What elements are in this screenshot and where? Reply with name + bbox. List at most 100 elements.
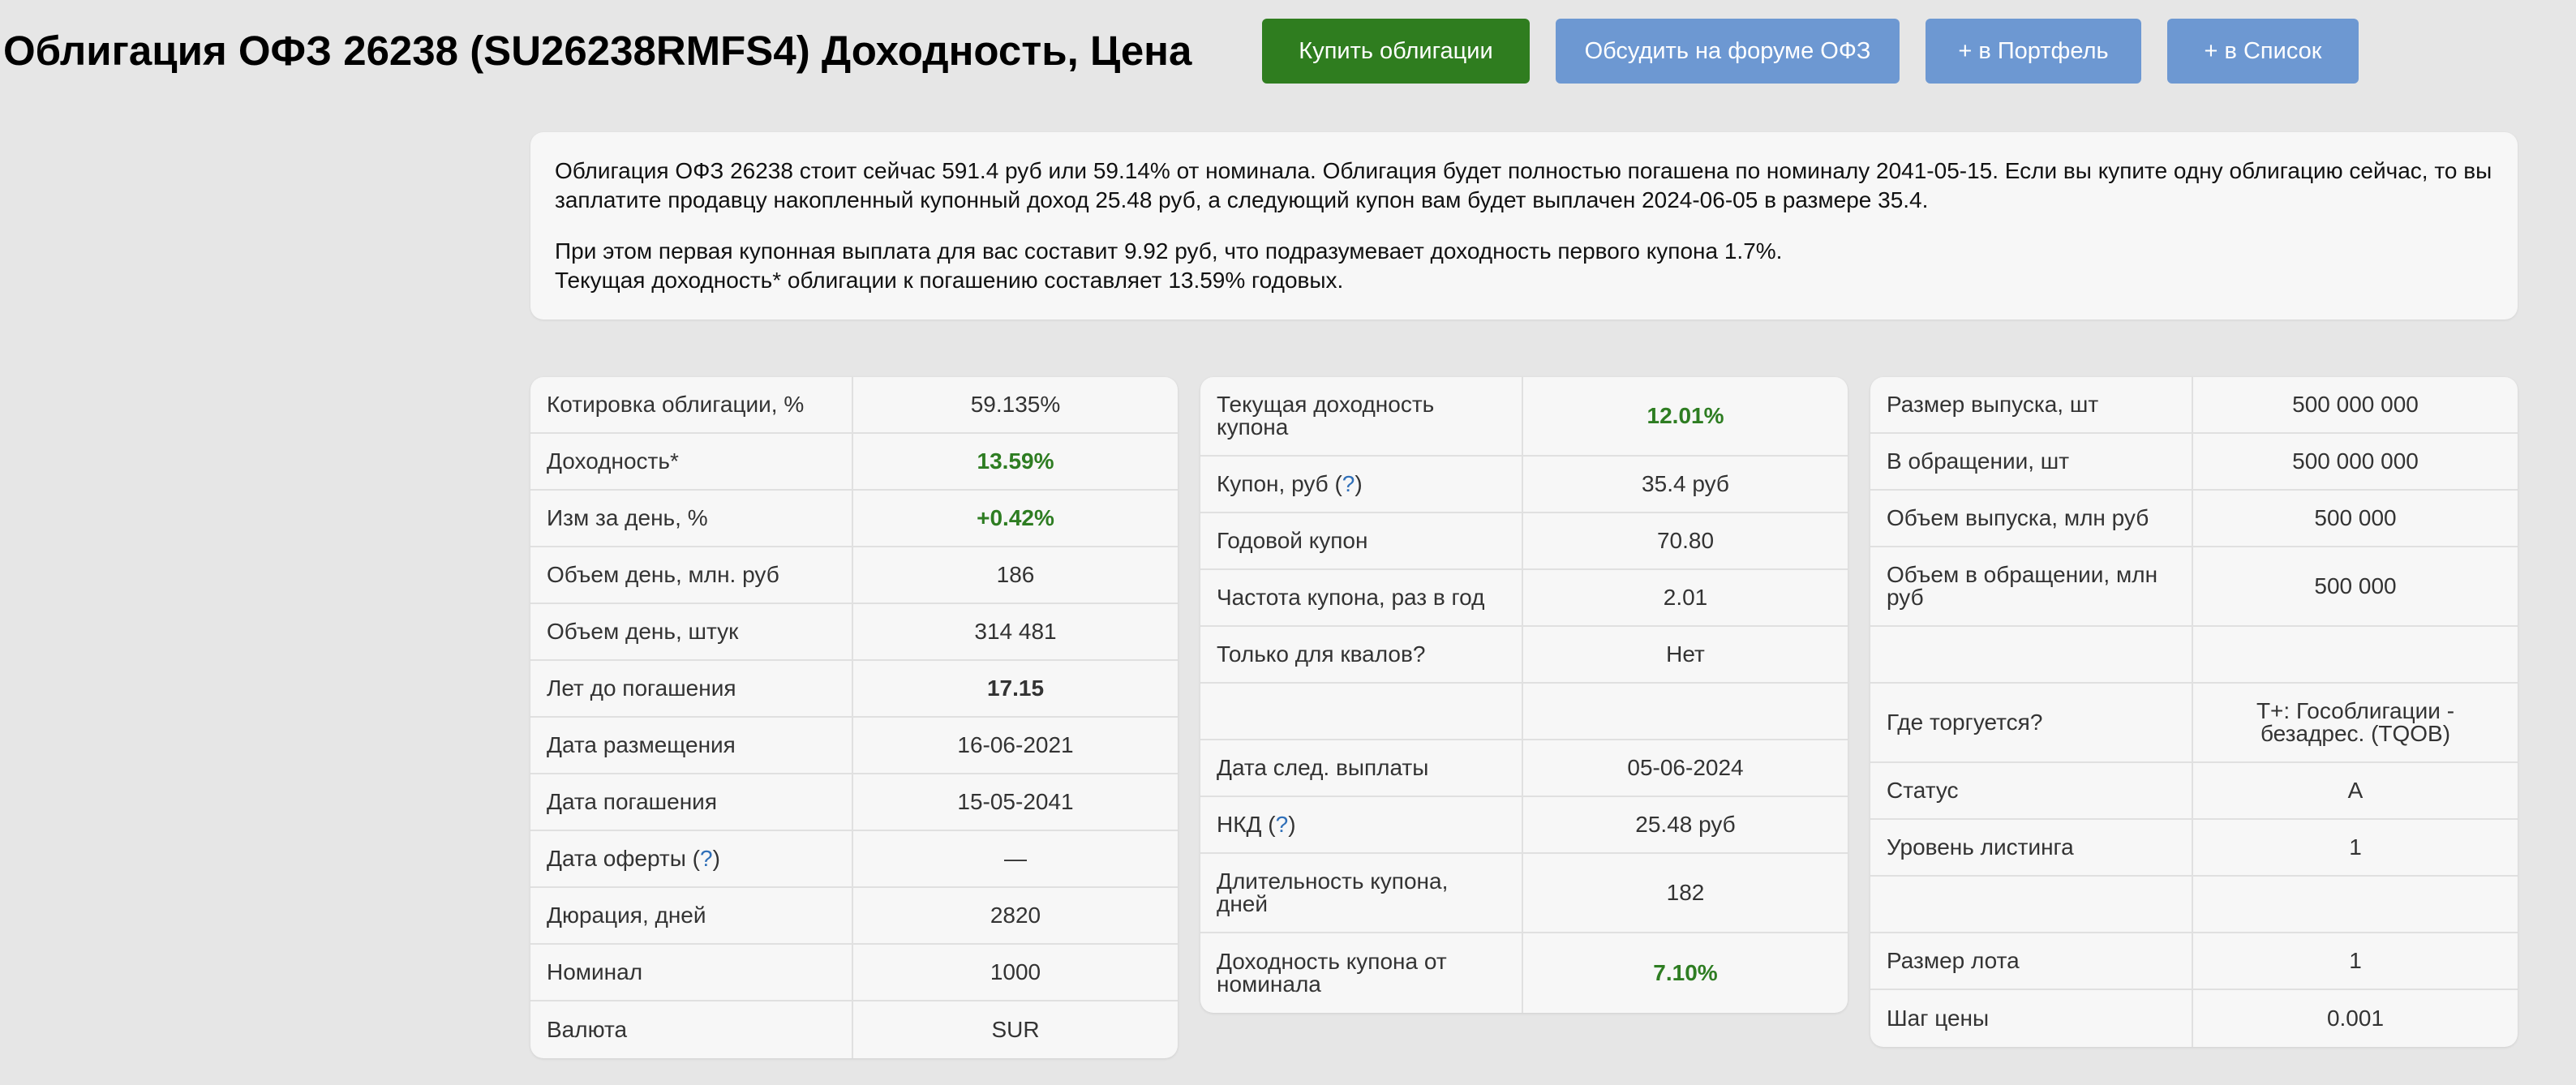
- row-label: Длительность купона, дней: [1200, 854, 1523, 932]
- table-row: В обращении, шт 500 000 000: [1870, 434, 2518, 491]
- table-row: Текущая доходность купона 12.01%: [1200, 377, 1848, 457]
- page-title: Облигация ОФЗ 26238 (SU26238RMFS4) Доход…: [3, 28, 1192, 74]
- table-row: Купон, руб (?) 35.4 руб: [1200, 457, 1848, 513]
- table-row: [1200, 684, 1848, 740]
- row-value: 314 481: [974, 619, 1057, 644]
- issue-table: Размер выпуска, шт 500 000 000 В обращени…: [1870, 377, 2518, 1047]
- row-value: 15-05-2041: [957, 789, 1074, 814]
- row-label: Объем день, млн. руб: [530, 547, 853, 603]
- row-value: 500 000: [2314, 573, 2397, 598]
- table-row: Доходность* 13.59%: [530, 434, 1178, 491]
- table-row: Дата оферты (?) —: [530, 831, 1178, 888]
- row-label: Дата след. выплаты: [1200, 740, 1523, 796]
- table-row: [1870, 877, 2518, 933]
- row-value: [2193, 877, 2518, 932]
- help-link[interactable]: ?: [1342, 473, 1355, 495]
- row-value: T+: Гособлигации - безадрес. (TQOB): [2256, 698, 2455, 746]
- table-row: Дюрация, дней 2820: [530, 888, 1178, 945]
- row-label: Частота купона, раз в год: [1200, 570, 1523, 625]
- discuss-forum-button[interactable]: Обсудить на форуме ОФЗ: [1556, 19, 1900, 84]
- row-label: Размер лота: [1870, 933, 2193, 989]
- row-label: Купон, руб (?): [1200, 457, 1523, 512]
- row-value: 7.10%: [1653, 960, 1718, 985]
- quote-table: Котировка облигации, % 59.135% Доходность…: [530, 377, 1178, 1058]
- row-label: Дюрация, дней: [530, 888, 853, 943]
- table-row: Длительность купона, дней 182: [1200, 854, 1848, 933]
- table-row: Объем выпуска, млн руб 500 000: [1870, 491, 2518, 547]
- table-row: Размер лота 1: [1870, 933, 2518, 990]
- row-value: 13.59%: [977, 448, 1054, 474]
- row-label: Котировка облигации, %: [530, 377, 853, 432]
- row-value: 1000: [990, 959, 1041, 984]
- row-label: Объем в обращении, млн руб: [1870, 547, 2193, 625]
- row-label: Доходность купона от номинала: [1200, 933, 1523, 1013]
- row-value: A: [2347, 778, 2363, 803]
- summary-paragraph: При этом первая купонная выплата для вас…: [555, 237, 2493, 295]
- row-value: —: [1004, 846, 1027, 871]
- summary-paragraph: Облигация ОФЗ 26238 стоит сейчас 591.4 р…: [555, 158, 2492, 212]
- help-link[interactable]: ?: [700, 847, 713, 870]
- bond-summary-panel: Облигация ОФЗ 26238 стоит сейчас 591.4 р…: [530, 132, 2518, 319]
- table-row: Частота купона, раз в год 2.01: [1200, 570, 1848, 627]
- row-value: 17.15: [986, 675, 1045, 701]
- row-value: 12.01%: [1646, 403, 1724, 428]
- row-value: 35.4 руб: [1642, 471, 1729, 496]
- row-label: Размер выпуска, шт: [1870, 377, 2193, 432]
- row-label: Уровень листинга: [1870, 820, 2193, 875]
- row-label: Изм за день, %: [530, 491, 853, 546]
- row-value: 500 000 000: [2292, 448, 2419, 474]
- row-label-text: НКД: [1217, 812, 1262, 837]
- row-label: [1870, 627, 2193, 682]
- row-value: [2193, 627, 2518, 682]
- table-row: Дата погашения 15-05-2041: [530, 774, 1178, 831]
- add-to-portfolio-button[interactable]: + в Портфель: [1926, 19, 2141, 84]
- row-value: 500 000: [2314, 505, 2397, 530]
- row-value: 2.01: [1663, 585, 1708, 610]
- row-value: 500 000 000: [2292, 392, 2419, 417]
- table-row: Только для квалов? Нет: [1200, 627, 1848, 684]
- row-value: 25.48 руб: [1635, 812, 1736, 837]
- row-value: 1: [2349, 834, 2362, 860]
- table-row: Статус A: [1870, 763, 2518, 820]
- row-label: В обращении, шт: [1870, 434, 2193, 489]
- row-value: 59.135%: [970, 392, 1061, 417]
- row-label: Объем день, штук: [530, 604, 853, 659]
- row-label: Дата оферты (?): [530, 831, 853, 886]
- row-label-text: Дата оферты: [547, 846, 686, 871]
- table-row: Где торгуется? T+: Гособлигации - безадре…: [1870, 684, 2518, 763]
- row-label: НКД (?): [1200, 797, 1523, 852]
- table-row: Котировка облигации, % 59.135%: [530, 377, 1178, 434]
- row-value: 05-06-2024: [1627, 755, 1744, 780]
- table-row: Изм за день, % +0.42%: [530, 491, 1178, 547]
- row-label: Объем выпуска, млн руб: [1870, 491, 2193, 546]
- row-label: [1200, 684, 1523, 739]
- row-label: Дата погашения: [530, 774, 853, 830]
- help-link[interactable]: ?: [1276, 813, 1289, 836]
- buy-bonds-button[interactable]: Купить облигации: [1262, 19, 1530, 84]
- row-label: Статус: [1870, 763, 2193, 818]
- row-label: Лет до погашения: [530, 661, 853, 716]
- row-value: Нет: [1666, 641, 1705, 667]
- table-row: Объем день, штук 314 481: [530, 604, 1178, 661]
- row-value: 186: [996, 562, 1035, 587]
- row-label-text: Купон, руб: [1217, 471, 1329, 496]
- row-label: Дата размещения: [530, 718, 853, 773]
- add-to-list-button[interactable]: + в Список: [2167, 19, 2359, 84]
- row-label: Только для квалов?: [1200, 627, 1523, 682]
- table-row: Объем в обращении, млн руб 500 000: [1870, 547, 2518, 627]
- row-label: Номинал: [530, 945, 853, 1000]
- table-row: Шаг цены 0.001: [1870, 990, 2518, 1047]
- row-value: 0.001: [2326, 1006, 2385, 1031]
- row-label: Где торгуется?: [1870, 684, 2193, 761]
- table-row: Номинал 1000: [530, 945, 1178, 1001]
- table-row: Лет до погашения 17.15: [530, 661, 1178, 718]
- table-row: Доходность купона от номинала 7.10%: [1200, 933, 1848, 1013]
- row-label: Доходность*: [530, 434, 853, 489]
- table-row: Дата размещения 16-06-2021: [530, 718, 1178, 774]
- row-value: 1: [2349, 948, 2362, 973]
- table-row: Размер выпуска, шт 500 000 000: [1870, 377, 2518, 434]
- row-value: 16-06-2021: [957, 732, 1074, 757]
- table-row: НКД (?) 25.48 руб: [1200, 797, 1848, 854]
- row-value: 2820: [990, 903, 1041, 928]
- row-label: [1870, 877, 2193, 932]
